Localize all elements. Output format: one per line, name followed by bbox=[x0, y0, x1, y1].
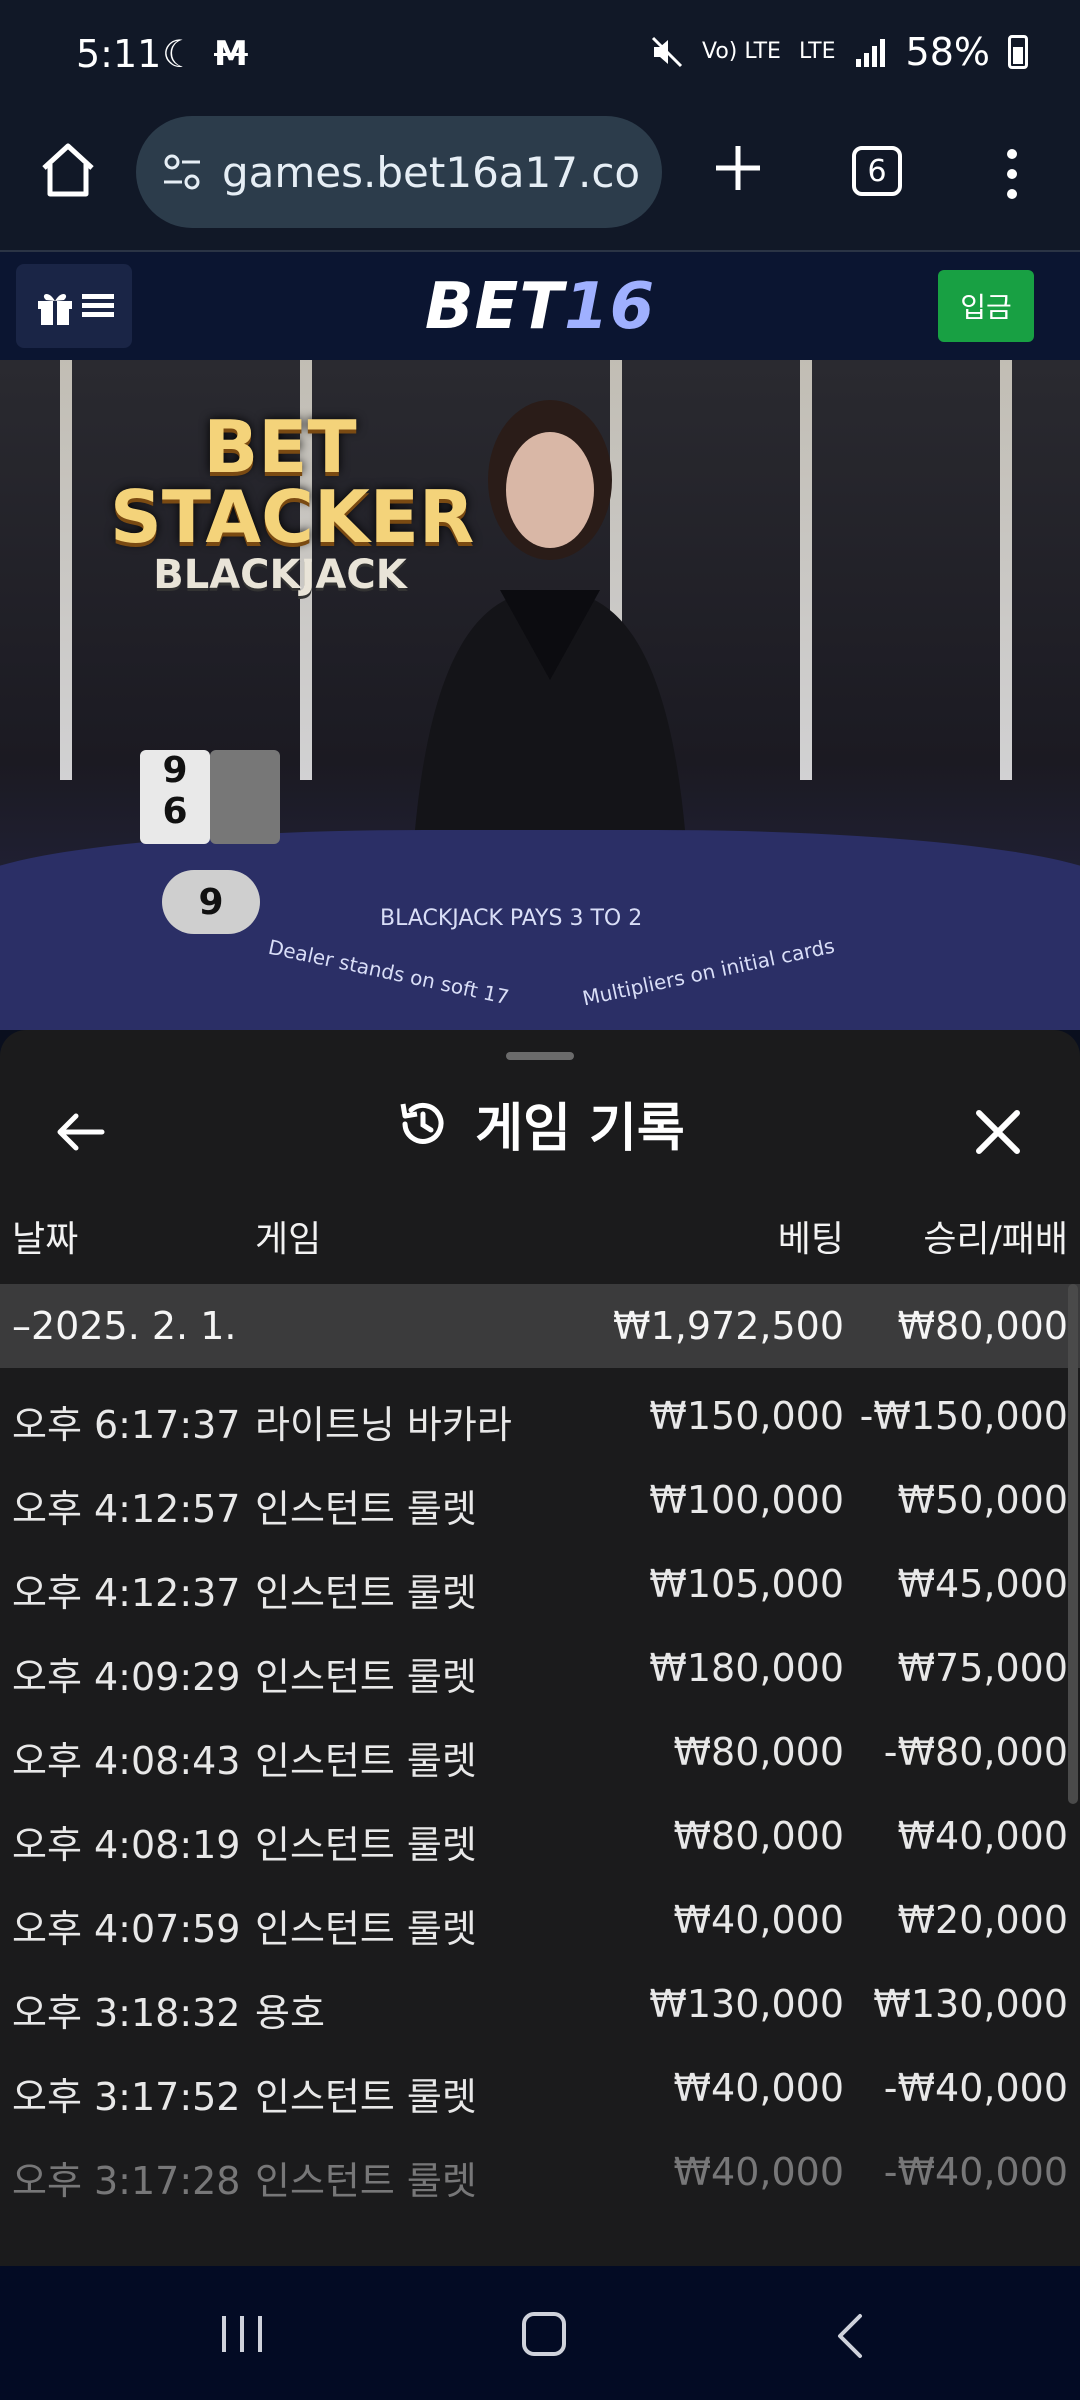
system-nav-bar bbox=[0, 2266, 1080, 2400]
summary-date: –2025. 2. 1. bbox=[12, 1304, 237, 1348]
decor-pillar bbox=[800, 360, 812, 780]
player-card: 9 6 bbox=[140, 750, 210, 844]
table-rule-text: BLACKJACK PAYS 3 TO 2 bbox=[380, 906, 643, 931]
table-row[interactable]: 오후 4:08:19 인스턴트 룰렛 ₩80,000 ₩40,000 bbox=[0, 1794, 1080, 1878]
column-header-date: 날짜 bbox=[12, 1219, 79, 1260]
table-row[interactable]: 오후 4:12:57 인스턴트 룰렛 ₩100,000 ₩50,000 bbox=[0, 1458, 1080, 1542]
summary-bet: ₩1,972,500 bbox=[613, 1304, 844, 1348]
close-button[interactable] bbox=[958, 1092, 1038, 1172]
new-tab-icon[interactable] bbox=[706, 136, 770, 200]
close-icon bbox=[976, 1110, 1020, 1154]
hidden-card bbox=[210, 750, 280, 844]
game-history-sheet: 게임 기록 날짜 게임 베팅 승리/패배 –2025. 2. 1. ₩1,972… bbox=[0, 1030, 1080, 2266]
battery-icon bbox=[1008, 35, 1028, 69]
home-button-icon[interactable] bbox=[36, 138, 100, 202]
date-summary-row[interactable]: –2025. 2. 1. ₩1,972,500 ₩80,000 bbox=[0, 1284, 1080, 1368]
lte-indicator: LTE bbox=[798, 39, 836, 64]
table-row[interactable]: 오후 6:17:37 라이트닝 바카라 ₩150,000 -₩150,000 bbox=[0, 1374, 1080, 1458]
more-menu-icon[interactable] bbox=[1000, 146, 1024, 202]
home-nav-icon[interactable] bbox=[522, 2312, 566, 2356]
decor-pillar bbox=[1000, 360, 1012, 780]
status-bar: 5:11 ☾ M Vo) LTE LTE 58% bbox=[0, 0, 1080, 110]
table-row[interactable]: 오후 4:12:37 인스턴트 룰렛 ₩105,000 ₩45,000 bbox=[0, 1542, 1080, 1626]
table-row[interactable]: 오후 4:09:29 인스턴트 룰렛 ₩180,000 ₩75,000 bbox=[0, 1626, 1080, 1710]
status-time: 5:11 bbox=[76, 32, 162, 76]
history-icon bbox=[400, 1102, 444, 1144]
table-row[interactable]: 오후 4:07:59 인스턴트 룰렛 ₩40,000 ₩20,000 bbox=[0, 1878, 1080, 1962]
table-row[interactable]: 오후 4:08:43 인스턴트 룰렛 ₩80,000 -₩80,000 bbox=[0, 1710, 1080, 1794]
url-text[interactable]: games.bet16a17.com bbox=[222, 148, 642, 197]
live-dealer-video[interactable]: BET STACKER BLACKJACK 9 6 9 BLACKJACK PA… bbox=[0, 360, 1080, 1030]
gmail-notification-icon: M bbox=[214, 34, 248, 74]
tab-switcher-button[interactable]: 6 bbox=[852, 146, 902, 196]
site-header: BET16 입금 bbox=[0, 252, 1080, 360]
decor-pillar bbox=[60, 360, 72, 780]
sheet-title: 게임 기록 bbox=[0, 1086, 1080, 1161]
battery-percent: 58% bbox=[905, 30, 990, 74]
recent-apps-icon[interactable] bbox=[218, 2314, 268, 2354]
site-logo[interactable]: BET16 bbox=[0, 270, 1080, 344]
do-not-disturb-icon: ☾ bbox=[162, 32, 197, 76]
sheet-drag-handle[interactable] bbox=[506, 1052, 574, 1060]
deposit-button[interactable]: 입금 bbox=[938, 270, 1034, 342]
summary-win: ₩80,000 bbox=[897, 1304, 1068, 1348]
status-icons: Vo) LTE LTE 58% bbox=[650, 30, 1028, 74]
site-settings-icon[interactable] bbox=[158, 148, 206, 196]
column-header-game: 게임 bbox=[255, 1219, 322, 1260]
signal-icon bbox=[855, 39, 885, 67]
column-header-bet: 베팅 bbox=[777, 1219, 844, 1260]
browser-toolbar: games.bet16a17.com 6 bbox=[0, 110, 1080, 252]
table-row[interactable]: 오후 3:17:52 인스턴트 룰렛 ₩40,000 -₩40,000 bbox=[0, 2046, 1080, 2130]
volte-indicator: Vo) LTE bbox=[702, 39, 781, 64]
mute-icon bbox=[651, 36, 683, 68]
scrollbar[interactable] bbox=[1068, 1284, 1078, 1804]
address-bar[interactable]: games.bet16a17.com bbox=[136, 116, 662, 228]
title-text: 게임 기록 bbox=[475, 1099, 685, 1159]
back-nav-icon[interactable] bbox=[830, 2312, 870, 2360]
hand-score-badge: 9 bbox=[162, 870, 260, 934]
table-row[interactable]: 오후 3:18:32 용호 ₩130,000 ₩130,000 bbox=[0, 1962, 1080, 2046]
column-header-win-loss: 승리/패배 bbox=[923, 1219, 1068, 1260]
table-row[interactable]: 오후 3:17:28 인스턴트 룰렛 ₩40,000 -₩40,000 bbox=[0, 2130, 1080, 2214]
